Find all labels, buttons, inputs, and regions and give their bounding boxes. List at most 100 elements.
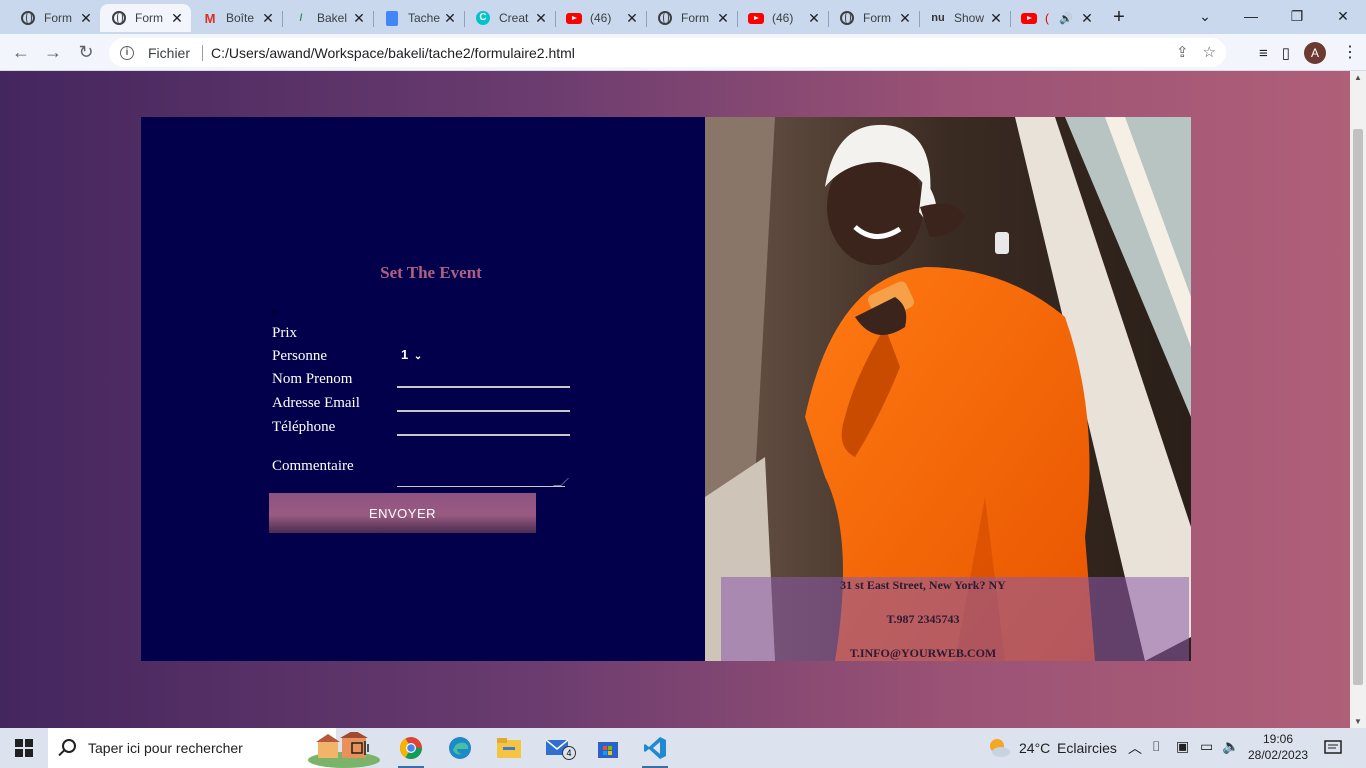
restore-button[interactable]: ❐ [1274,4,1320,28]
weather-text[interactable]: Eclaircies [1057,740,1117,756]
volume-icon[interactable]: 🔈 [1222,738,1239,755]
bookmark-star-icon[interactable]: ☆ [1203,43,1216,61]
battery-icon[interactable]: ▭ [1200,738,1213,755]
tab-title: ( [1045,11,1049,25]
globe-icon [20,10,36,26]
stray-text: a [272,307,276,317]
canva-icon: C [475,10,491,26]
personne-select[interactable]: 1 ⌄ [401,347,422,362]
close-tab-icon[interactable]: ✕ [897,10,913,26]
email-label: Adresse Email [272,395,360,411]
close-tab-icon[interactable]: ✕ [533,10,549,26]
side-panel-icon[interactable]: ▯ [1282,44,1290,62]
notifications-icon[interactable] [1318,728,1348,768]
youtube-icon [1021,10,1037,26]
share-icon[interactable]: ⇪ [1176,43,1189,61]
tab-title: Form [44,11,72,25]
nom-label: Nom Prenom [272,371,353,387]
youtube-icon [566,10,582,26]
info-icon[interactable]: i [120,45,134,60]
back-button[interactable]: ← [9,40,33,64]
chevron-up-icon[interactable]: ︿ [1128,738,1142,758]
page-scrollbar[interactable]: ▲ ▼ [1350,71,1366,728]
close-tab-icon[interactable]: ✕ [1079,10,1095,26]
gmail-icon: M [204,10,216,26]
contact-email: T.INFO@YOURWEB.COM [849,646,997,660]
tab-title: Show [954,11,985,25]
scroll-thumb[interactable] [1353,129,1363,685]
taskbar-search[interactable]: Taper ici pour rechercher [48,728,380,768]
close-tab-icon[interactable]: ✕ [442,10,458,26]
usb-icon[interactable]: ⌷ [1152,738,1160,755]
close-tab-icon[interactable]: ✕ [78,10,94,26]
address-bar[interactable]: i Fichier C:/Users/awand/Workspace/bakel… [109,38,1226,67]
close-tab-icon[interactable]: ✕ [351,10,367,26]
url-text[interactable]: C:/Users/awand/Workspace/bakeli/tache2/f… [211,45,575,61]
telephone-input[interactable] [397,416,570,436]
browser-tab[interactable]: C Creat ✕ [464,4,556,32]
tab-search-icon[interactable]: ⌄ [1182,4,1228,28]
tab-title: Form [135,11,163,25]
close-tab-icon[interactable]: ✕ [260,10,276,26]
browser-tab[interactable]: Tache ✕ [373,4,465,32]
weather-temp[interactable]: 24°C [1019,740,1050,756]
clock[interactable]: 19:06 28/02/2023 [1248,731,1308,763]
weather-icon[interactable] [986,728,1012,768]
close-tab-icon[interactable]: ✕ [715,10,731,26]
envoyer-button[interactable]: ENVOYER [269,493,536,533]
commentaire-textarea[interactable] [397,445,565,487]
chrome-taskbar-icon[interactable] [392,728,430,768]
browser-tab[interactable]: (46) ✕ [737,4,829,32]
nom-prenom-input[interactable] [397,368,570,388]
close-tab-icon[interactable]: ✕ [988,10,1004,26]
menu-kebab-icon[interactable]: ⋮ [1342,42,1358,62]
browser-tab[interactable]: M Boîte ✕ [191,4,283,32]
mail-taskbar-icon[interactable]: 4 [540,728,578,768]
close-tab-icon[interactable]: ✕ [624,10,640,26]
scroll-up-icon[interactable]: ▲ [1354,73,1362,82]
forward-button[interactable]: → [41,40,65,64]
close-tab-icon[interactable]: ✕ [806,10,822,26]
tab-title: Boîte [226,11,255,25]
clock-date: 28/02/2023 [1248,748,1309,762]
browser-tab[interactable]: (46) ✕ [555,4,647,32]
close-window-button[interactable]: ✕ [1320,4,1366,28]
browser-tab-active[interactable]: Form ✕ [100,4,191,32]
browser-tab[interactable]: nu Show ✕ [919,4,1011,32]
commentaire-label: Commentaire [272,458,354,474]
store-taskbar-icon[interactable] [589,728,627,768]
tab-title: Tache [408,11,440,25]
meet-icon[interactable]: ▣ [1176,738,1189,755]
tab-title: (46) [772,11,794,25]
file-explorer-icon[interactable] [490,728,528,768]
mail-badge: 4 [562,746,576,760]
edge-taskbar-icon[interactable] [441,728,479,768]
event-card: Set The Event a Prix Personne 1 ⌄ Nom Pr… [141,117,1191,661]
form-title: Set The Event [380,263,482,282]
browser-tab[interactable]: Form ✕ [0,4,101,32]
browser-tab[interactable]: ( 🔊 ✕ [1010,4,1101,32]
scroll-down-icon[interactable]: ▼ [1354,717,1362,726]
browser-tab[interactable]: Form ✕ [828,4,920,32]
task-view-icon[interactable] [344,728,376,768]
new-tab-button[interactable]: + [1108,6,1130,28]
scheme-label: Fichier [148,44,191,61]
select-value: 1 [401,347,409,362]
browser-tab[interactable]: Form ✕ [646,4,738,32]
contact-address: 31 st East Street, New York? NY [840,578,1006,592]
windows-start-icon[interactable] [0,728,48,768]
globe-icon [657,10,673,26]
email-input[interactable] [397,392,570,412]
vscode-taskbar-icon[interactable] [636,728,674,768]
minimize-button[interactable]: — [1228,4,1274,28]
browser-toolbar: ← → ↻ i Fichier C:/Users/awand/Workspace… [0,34,1366,71]
close-tab-icon[interactable]: ✕ [169,10,185,26]
browser-tab[interactable]: / Bakel ✕ [282,4,374,32]
reload-button[interactable]: ↻ [74,40,98,64]
profile-avatar[interactable]: A [1304,42,1326,64]
clock-time: 19:06 [1262,732,1294,746]
speaker-icon[interactable]: 🔊 [1059,12,1073,25]
chevron-down-icon: ⌄ [413,351,423,362]
media-control-icon[interactable]: ≡ [1259,45,1268,62]
telephone-label: Téléphone [272,419,336,435]
